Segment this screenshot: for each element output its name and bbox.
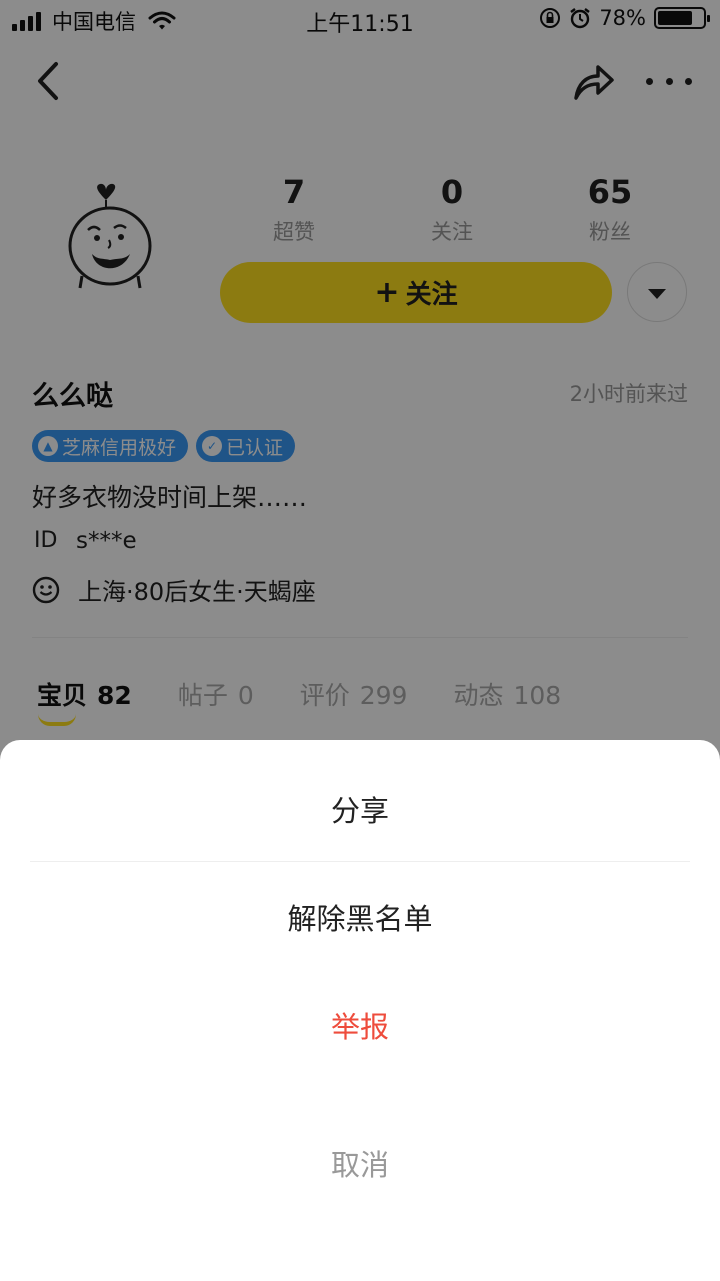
watermark: 大家坛@好运都藏在善良里	[428, 1243, 704, 1269]
unblock-option[interactable]: 解除黑名单	[0, 896, 720, 938]
share-option[interactable]: 分享	[0, 788, 720, 830]
cancel-option[interactable]: 取消	[0, 1142, 720, 1184]
action-sheet: 分享 解除黑名单 举报 取消	[0, 740, 720, 1281]
sheet-divider	[30, 861, 690, 862]
report-option[interactable]: 举报	[0, 1004, 720, 1046]
